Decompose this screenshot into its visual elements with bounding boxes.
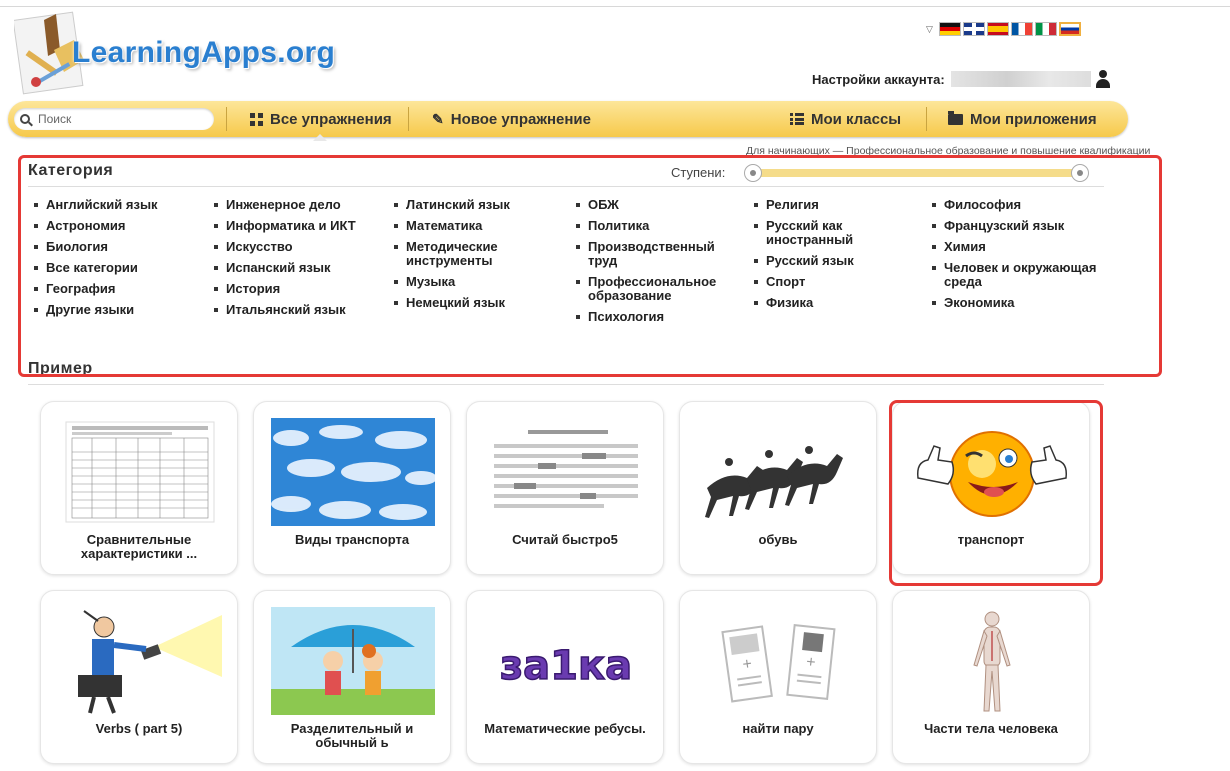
list-icon — [790, 113, 804, 125]
nav-my-classes-label: Мои классы — [811, 110, 902, 128]
nav-new-exercise-label: Новое упражнение — [450, 110, 591, 128]
table-thumbnail-icon — [65, 421, 215, 523]
nav-new-exercise[interactable]: ✎ Новое упражнение — [432, 101, 591, 137]
card-label: Сравнительные характеристики ... — [80, 532, 198, 561]
flag-gb-icon[interactable] — [962, 22, 985, 36]
card-label: найти пару — [742, 721, 814, 736]
card-highlight-box — [889, 400, 1103, 586]
sky-clouds-thumbnail-icon — [271, 418, 435, 526]
human-anatomy-thumbnail-icon — [973, 611, 1011, 712]
card-label: Математические ребусы. — [484, 721, 646, 736]
divider — [28, 384, 1104, 385]
folder-icon — [948, 110, 963, 125]
pair-cards-thumbnail-icon: + + — [721, 623, 836, 703]
exercise-card[interactable]: за1ка Математические ребусы. — [466, 590, 664, 764]
za1ka-thumbnail-icon: за1ка — [499, 642, 633, 690]
flag-de-icon[interactable] — [938, 22, 961, 36]
card-label: Части тела человека — [924, 721, 1058, 736]
text-lines-thumbnail-icon — [494, 430, 638, 508]
search-box — [14, 108, 214, 130]
main-nav: Все упражнения ✎ Новое упражнение Мои кл… — [8, 101, 1128, 137]
card-label: обувь — [758, 532, 798, 547]
grid-icon — [250, 112, 263, 126]
account-label[interactable]: Настройки аккаунта: — [812, 72, 945, 87]
search-icon — [20, 114, 30, 124]
nav-all-exercises-label: Все упражнения — [270, 110, 392, 128]
exercise-card[interactable]: Считай быстро5 — [466, 401, 664, 575]
logo-text[interactable]: LearningApps.org — [72, 36, 335, 70]
pencil-icon: ✎ — [432, 110, 444, 127]
language-flags: ▽ — [926, 22, 1081, 36]
svg-text:+: + — [805, 654, 816, 672]
account-value — [950, 71, 1091, 87]
account-settings: Настройки аккаунта: — [812, 70, 1111, 88]
kids-umbrella-thumbnail-icon — [271, 607, 435, 715]
exercise-card[interactable]: Виды транспорта — [253, 401, 451, 575]
flashlight-man-thumbnail-icon — [78, 610, 222, 714]
flag-fr-icon[interactable] — [1010, 22, 1033, 36]
search-input[interactable] — [36, 111, 200, 127]
nav-divider — [226, 107, 227, 131]
active-tab-caret — [313, 134, 327, 141]
nav-divider — [408, 107, 409, 131]
exercise-card[interactable]: Части тела человека — [892, 590, 1090, 764]
flag-it-icon[interactable] — [1034, 22, 1057, 36]
nav-all-exercises[interactable]: Все упражнения — [250, 101, 392, 137]
top-border — [0, 6, 1230, 7]
card-label: Разделительный и обычный ь — [290, 721, 414, 750]
horse-race-thumbnail-icon — [705, 446, 843, 518]
exercise-card[interactable]: Verbs ( part 5) — [40, 590, 238, 764]
exercise-card[interactable]: + + найти пару — [679, 590, 877, 764]
card-label: Виды транспорта — [294, 532, 410, 547]
caret-down-icon[interactable]: ▽ — [926, 24, 933, 35]
flag-ru-icon[interactable] — [1058, 22, 1081, 36]
exercise-card[interactable]: Сравнительные характеристики ... — [40, 401, 238, 575]
nav-divider — [926, 107, 927, 131]
nav-my-classes[interactable]: Мои классы — [790, 101, 901, 137]
category-highlight-box — [18, 155, 1162, 377]
card-label: Verbs ( part 5) — [95, 721, 183, 736]
nav-my-apps[interactable]: Мои приложения — [948, 101, 1097, 137]
flag-es-icon[interactable] — [986, 22, 1009, 36]
exercise-card[interactable]: обувь — [679, 401, 877, 575]
svg-text:за1ка: за1ка — [500, 643, 632, 689]
card-label: Считай быстро5 — [512, 532, 618, 547]
exercise-card[interactable]: Разделительный и обычный ь — [253, 590, 451, 764]
user-icon[interactable] — [1095, 70, 1111, 88]
nav-my-apps-label: Мои приложения — [970, 110, 1097, 128]
